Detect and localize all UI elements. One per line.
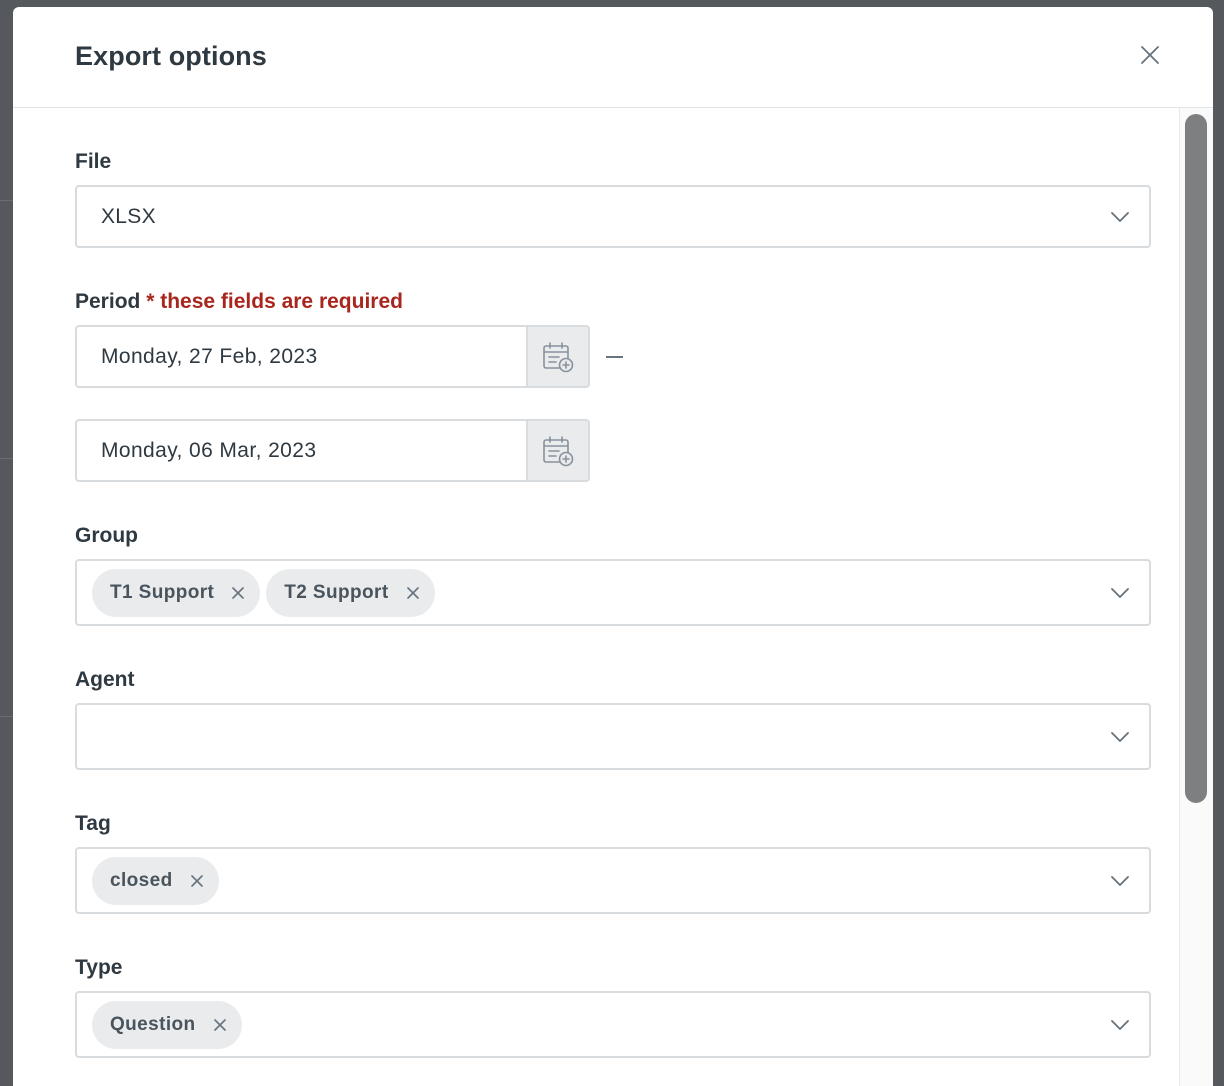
- group-chip: T1 Support: [92, 568, 261, 617]
- export-options-modal: Export options File XLSX Period * these …: [13, 7, 1213, 1086]
- x-icon: [232, 586, 245, 599]
- calendar-add-icon: [543, 341, 574, 372]
- period-label: Period * these fields are required: [75, 290, 403, 314]
- chevron-down-icon: [1111, 1019, 1129, 1030]
- chip-label: closed: [110, 869, 173, 891]
- tag-multiselect[interactable]: closed: [75, 847, 1151, 914]
- remove-chip-button[interactable]: [230, 585, 246, 601]
- group-chip: T2 Support: [266, 568, 435, 617]
- close-button[interactable]: [1135, 40, 1165, 70]
- remove-chip-button[interactable]: [405, 585, 421, 601]
- x-icon: [190, 874, 203, 887]
- close-icon: [1141, 46, 1159, 64]
- period-end-value: Monday, 06 Mar, 2023: [101, 438, 317, 462]
- x-icon: [213, 1018, 226, 1031]
- agent-multiselect[interactable]: [75, 703, 1151, 770]
- remove-chip-button[interactable]: [212, 1017, 228, 1033]
- modal-body: File XLSX Period * these fields are requ…: [13, 108, 1213, 1086]
- chevron-down-icon: [1111, 587, 1129, 598]
- chevron-down-icon: [1111, 211, 1129, 222]
- modal-title: Export options: [75, 41, 267, 71]
- group-label: Group: [75, 524, 138, 547]
- tag-label: Tag: [75, 812, 111, 835]
- agent-label: Agent: [75, 668, 135, 691]
- chip-label: T1 Support: [110, 581, 215, 603]
- backdrop-divider: [0, 716, 14, 717]
- chip-label: T2 Support: [284, 581, 389, 603]
- chevron-down-icon: [1111, 875, 1129, 886]
- type-multiselect[interactable]: Question: [75, 991, 1151, 1058]
- type-label: Type: [75, 956, 123, 979]
- period-label-text: Period: [75, 290, 141, 313]
- backdrop-divider: [0, 458, 14, 459]
- period-start-input[interactable]: Monday, 27 Feb, 2023: [75, 325, 590, 388]
- chevron-down-icon: [1111, 731, 1129, 742]
- period-end-calendar-button[interactable]: [526, 421, 588, 480]
- period-end-input[interactable]: Monday, 06 Mar, 2023: [75, 419, 590, 482]
- backdrop-divider: [0, 200, 14, 201]
- calendar-add-icon: [543, 435, 574, 466]
- chip-label: Question: [110, 1013, 196, 1035]
- type-chip: Question: [92, 1000, 242, 1049]
- x-icon: [406, 586, 419, 599]
- remove-chip-button[interactable]: [189, 873, 205, 889]
- period-range-separator: [606, 356, 623, 358]
- file-select-value: XLSX: [101, 204, 156, 228]
- file-select[interactable]: XLSX: [75, 185, 1151, 248]
- modal-header: Export options: [13, 7, 1213, 108]
- scrollbar-thumb[interactable]: [1185, 114, 1207, 803]
- period-start-value: Monday, 27 Feb, 2023: [101, 344, 318, 368]
- group-multiselect[interactable]: T1 Support T2 Support: [75, 559, 1151, 626]
- period-start-calendar-button[interactable]: [526, 327, 588, 386]
- file-label: File: [75, 150, 112, 173]
- tag-chip: closed: [92, 856, 219, 905]
- required-note: * these fields are required: [146, 290, 403, 313]
